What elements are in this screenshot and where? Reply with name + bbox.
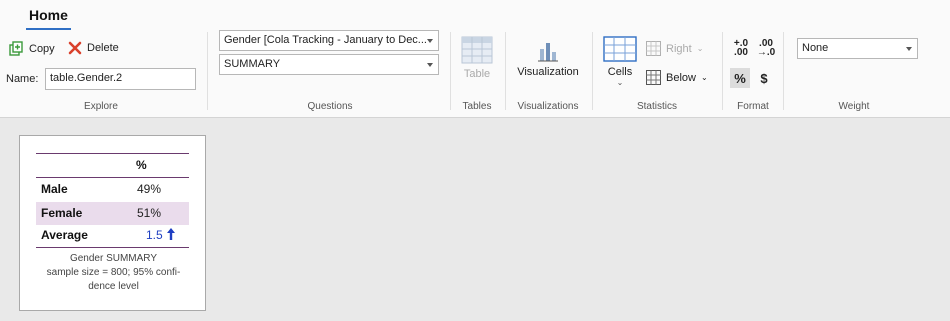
delete-icon: [68, 41, 82, 55]
delete-button[interactable]: Delete: [68, 41, 119, 55]
footnote-line: Gender SUMMARY: [69, 253, 158, 264]
name-input[interactable]: table.Gender.2: [45, 68, 196, 90]
ribbon-tab-bar: Home: [0, 0, 950, 30]
percent-button[interactable]: %: [730, 68, 750, 88]
increase-decimals-icon: +.0.00: [733, 38, 749, 58]
group-label-weight: Weight: [838, 101, 870, 112]
row-label: Average: [41, 228, 88, 242]
footnote-line: sample size = 800; 95% confi-: [46, 267, 181, 278]
statistics-below-button[interactable]: Below ⌄: [646, 70, 708, 85]
group-label-tables: Tables: [462, 101, 492, 112]
row-question-value: Gender [Cola Tracking - January to Dec..…: [224, 34, 427, 46]
row-question-select[interactable]: Gender [Cola Tracking - January to Dec..…: [219, 30, 439, 51]
cells-label: Cells: [607, 66, 633, 78]
visualization-label: Visualization: [517, 66, 579, 78]
row-label: Female: [41, 206, 83, 220]
increase-decimals-button[interactable]: +.0.00: [731, 38, 751, 58]
weight-select[interactable]: None: [797, 38, 918, 59]
copy-label: Copy: [29, 42, 55, 55]
divider: [450, 32, 451, 110]
table-button[interactable]: Table: [457, 36, 497, 80]
chevron-down-icon: [427, 39, 433, 43]
tab-home[interactable]: Home: [26, 5, 71, 30]
chevron-down-icon: ⌄: [700, 73, 708, 82]
divider: [207, 32, 208, 110]
divider: [722, 32, 723, 110]
column-question-select[interactable]: SUMMARY: [219, 54, 439, 75]
statistics-right-label: Right: [666, 42, 692, 55]
ribbon: Copy Delete Name: table.Gender.2 Explore…: [0, 30, 950, 118]
table-rule: [36, 153, 189, 154]
group-label-questions: Questions: [307, 101, 353, 112]
chevron-down-icon: ⌄: [696, 44, 704, 53]
table-footnote: Gender SUMMARY sample size = 800; 95% co…: [30, 252, 197, 294]
chevron-down-icon: ⌄: [616, 78, 624, 87]
delete-label: Delete: [87, 42, 119, 54]
output-table-card[interactable]: % Male 49% Female 51% Average 1.5 Gender…: [19, 135, 206, 311]
row-label: Male: [41, 182, 68, 196]
cells-icon: [603, 36, 637, 62]
row-value: 1.5: [146, 228, 163, 242]
divider: [592, 32, 593, 110]
chevron-down-icon: [906, 47, 912, 51]
chevron-down-icon: [427, 63, 433, 67]
column-header: %: [136, 158, 147, 172]
group-label-format: Format: [737, 101, 769, 112]
table-row: Average 1.5: [36, 224, 189, 247]
grid-right-icon: [646, 41, 661, 56]
footnote-line: dence level: [88, 281, 139, 292]
copy-button[interactable]: Copy: [9, 41, 55, 56]
currency-icon: $: [760, 70, 768, 86]
grid-below-icon: [646, 70, 661, 85]
table-row: Male 49%: [36, 178, 189, 201]
statistics-right-button[interactable]: Right ⌄: [646, 41, 703, 56]
weight-value: None: [802, 42, 829, 54]
group-label-statistics: Statistics: [636, 101, 677, 112]
group-label-visualizations: Visualizations: [517, 101, 579, 112]
table-icon: [461, 36, 493, 64]
row-value: 49%: [137, 182, 162, 196]
divider: [783, 32, 784, 110]
copy-icon: [9, 41, 24, 56]
visualization-button[interactable]: Visualization: [513, 40, 583, 78]
significance-up-arrow-icon: [166, 227, 176, 244]
decrease-decimals-icon: .00 →.0: [756, 38, 776, 58]
table-row: Female 51%: [36, 202, 189, 225]
percent-icon: %: [734, 70, 746, 86]
row-value: 51%: [137, 206, 162, 220]
name-label: Name:: [6, 73, 39, 85]
cells-button[interactable]: Cells ⌄: [601, 36, 639, 87]
decrease-decimals-button[interactable]: .00 →.0: [756, 38, 776, 58]
divider: [505, 32, 506, 110]
column-question-value: SUMMARY: [224, 58, 281, 70]
bar-chart-icon: [537, 40, 559, 62]
currency-button[interactable]: $: [754, 68, 774, 88]
statistics-below-label: Below: [666, 71, 696, 84]
table-label: Table: [463, 68, 491, 80]
group-label-explore: Explore: [84, 101, 118, 112]
table-rule: [36, 247, 189, 248]
